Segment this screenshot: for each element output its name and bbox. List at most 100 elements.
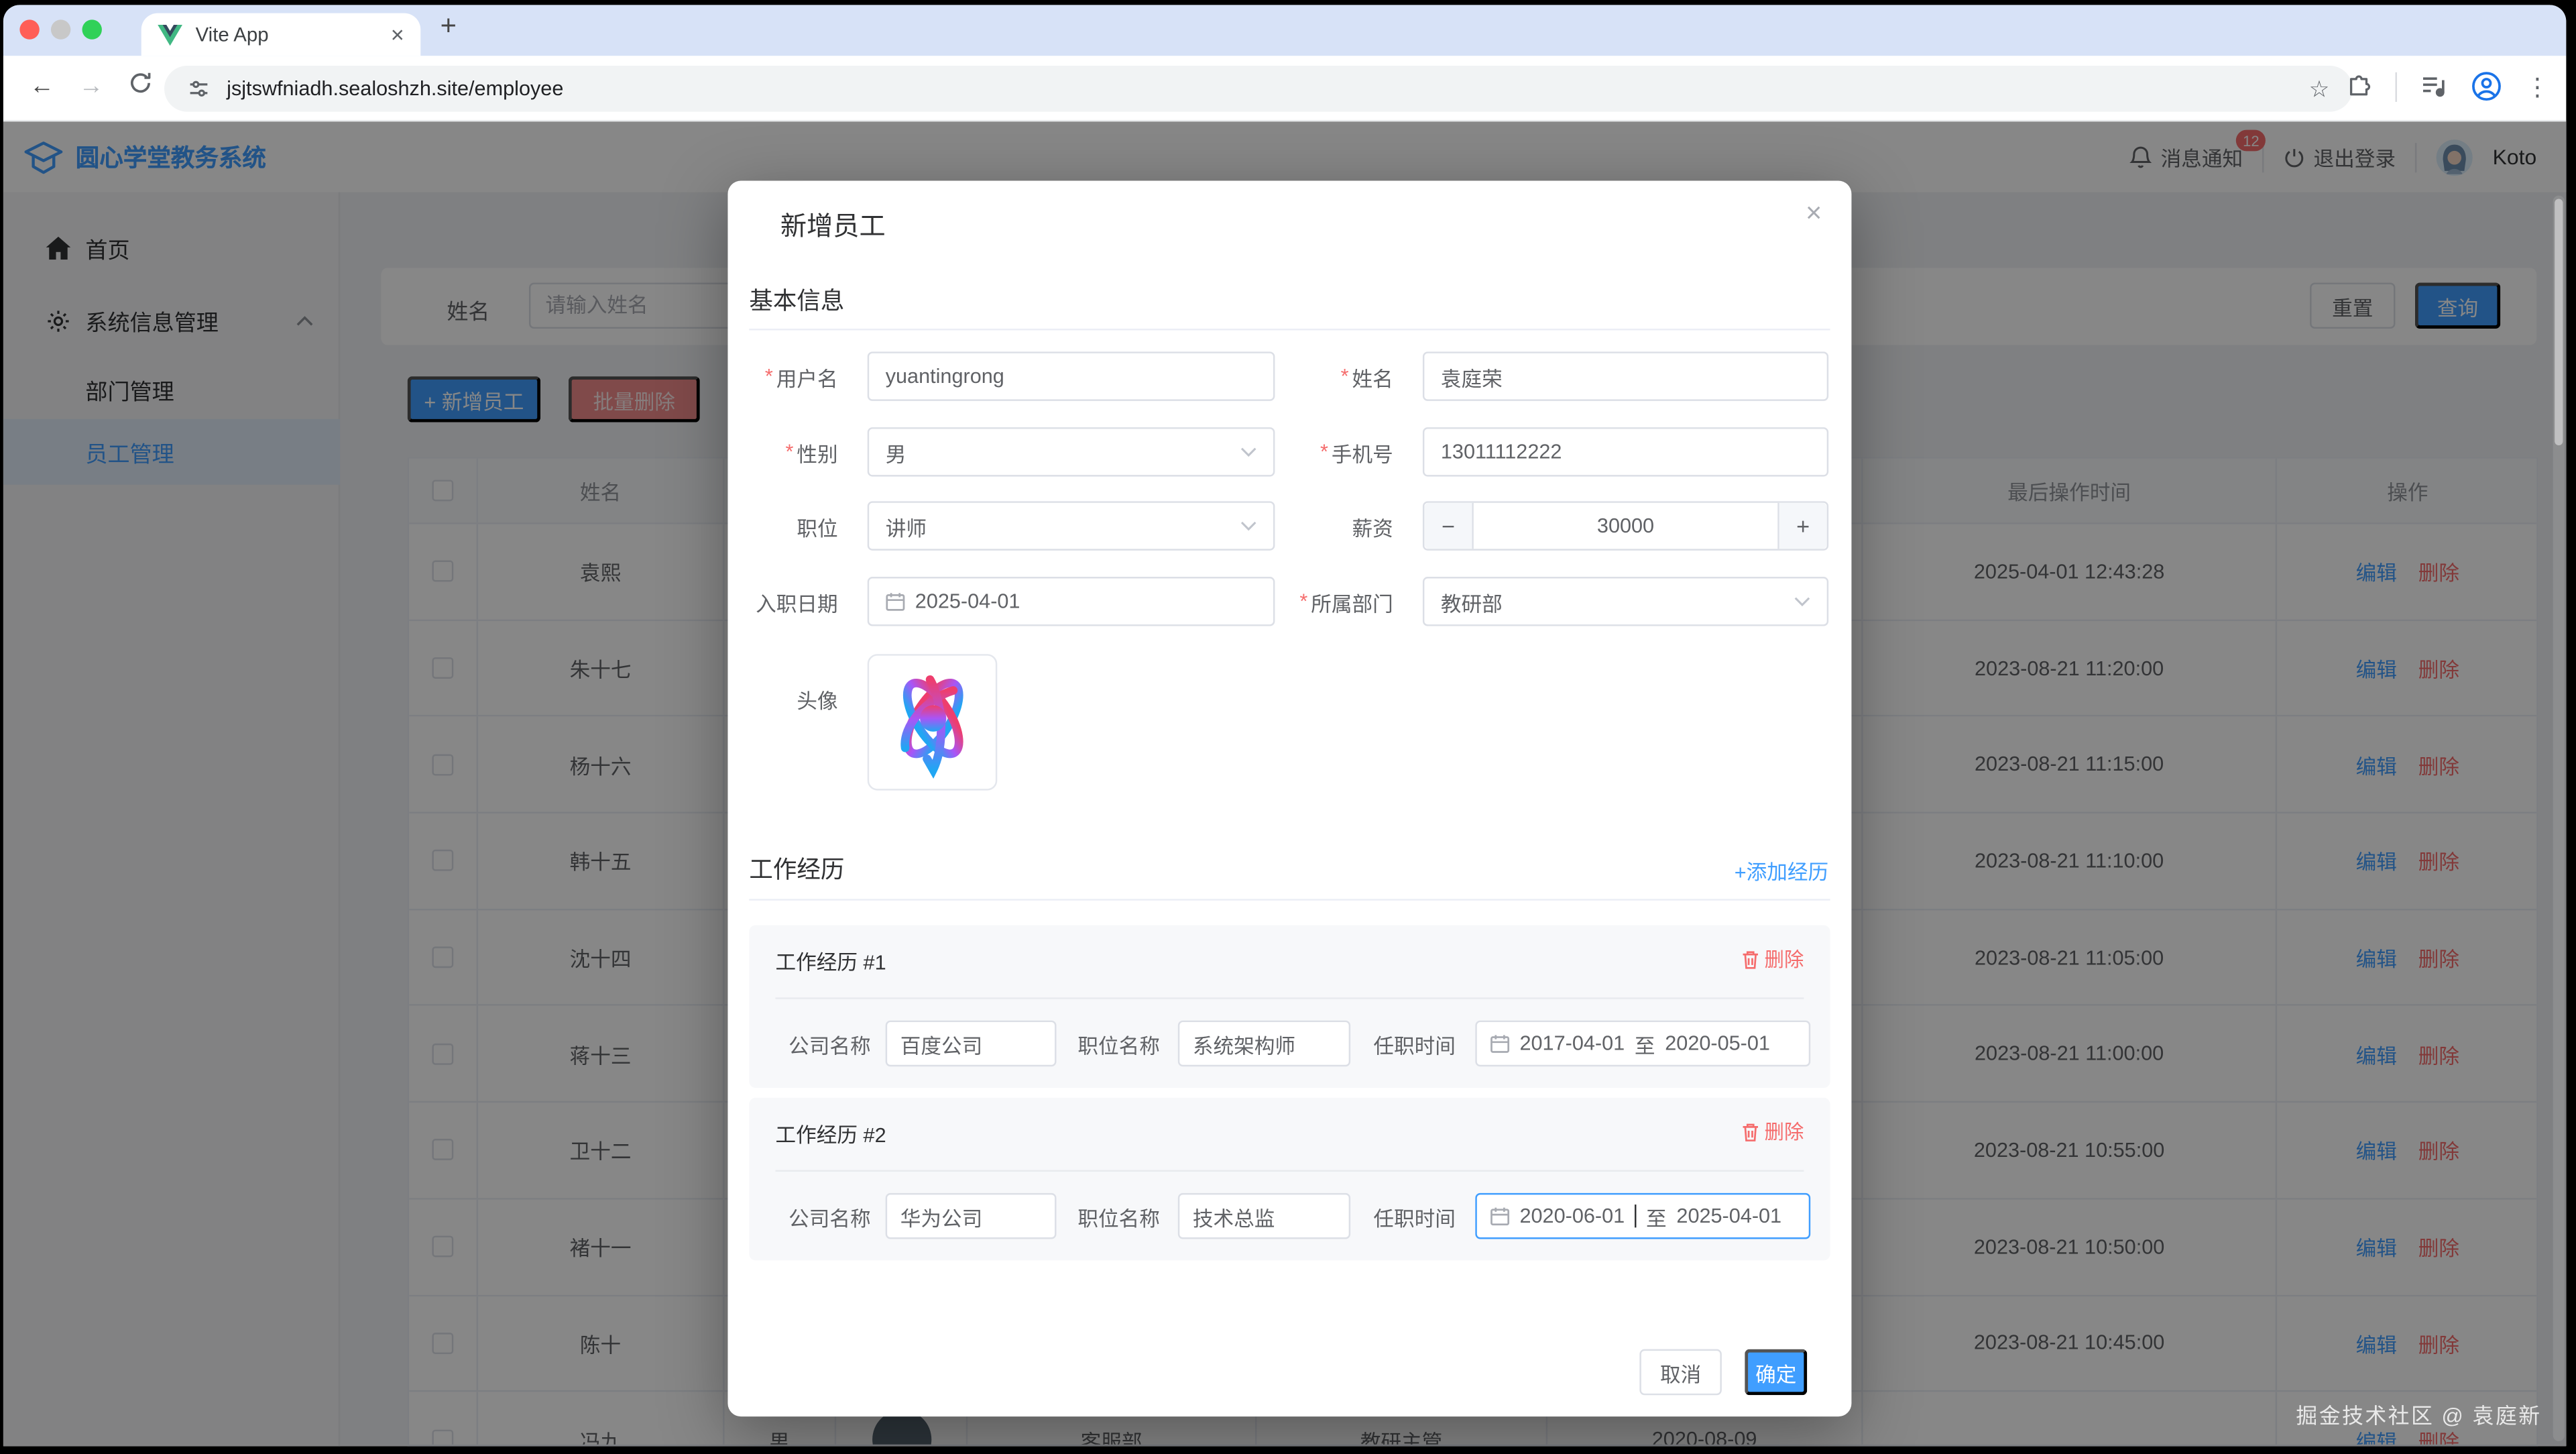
company-label: 公司名称 [788,1021,871,1067]
decrease-button[interactable]: − [1424,503,1474,549]
range-start[interactable]: 2017-04-01 [1519,1032,1625,1055]
section-divider [749,329,1830,330]
experience-title: 工作经历 #2 [776,1117,886,1149]
vue-logo-icon [158,24,182,46]
job-title-label: 职位名称 [1077,1193,1160,1239]
atom-logo-icon [882,667,984,779]
salary-label: 薪资 [1221,501,1393,551]
company-field[interactable] [886,1021,1057,1067]
card-divider [776,1170,1804,1172]
gender-select[interactable]: 男 [868,427,1275,477]
trash-icon [1741,1121,1759,1141]
period-label: 任职时间 [1373,1193,1456,1239]
refresh-icon[interactable] [128,70,153,102]
username-field[interactable] [868,351,1275,401]
salary-stepper: − 30000 + [1423,501,1828,551]
experience-card-1: 工作经历 #1 删除 公司名称 职位名称 任职时间 [749,925,1830,1088]
reading-list-icon[interactable] [2420,74,2448,99]
page-scrollbar[interactable] [2553,196,2565,1441]
trash-icon [1741,949,1759,968]
traffic-light-minimize[interactable] [51,19,70,39]
back-icon[interactable]: ← [30,72,54,101]
required-mark: * [1341,365,1349,388]
company-field[interactable] [886,1193,1057,1239]
range-end[interactable]: 2020-05-01 [1665,1032,1770,1055]
new-tab-button[interactable]: + [441,10,457,43]
name-label: *姓名 [1221,351,1393,401]
gender-label: *性别 [727,427,837,477]
scrollbar-thumb[interactable] [2555,199,2563,445]
traffic-light-zoom[interactable] [82,19,102,39]
required-mark: * [1299,590,1307,613]
period-label: 任职时间 [1373,1021,1456,1067]
salary-value[interactable]: 30000 [1484,514,1768,537]
avatar-label: 头像 [727,674,837,724]
add-employee-modal: 新增员工 × 基本信息 *用户名 *姓名 *性别 男 [727,181,1851,1417]
profile-icon[interactable] [2471,70,2502,102]
cancel-button[interactable]: 取消 [1639,1349,1722,1396]
section-divider [749,899,1830,900]
more-vert-icon[interactable]: ⋮ [2525,72,2550,101]
phone-label: *手机号 [1221,427,1393,477]
experience-title: 工作经历 #1 [776,945,886,976]
delete-experience-button[interactable]: 删除 [1741,945,1804,973]
position-select[interactable]: 讲师 [868,501,1275,551]
required-mark: * [1320,441,1328,463]
delete-experience-button[interactable]: 删除 [1741,1117,1804,1145]
period-range-picker-focused[interactable]: 2020-06-01 至 2025-04-01 [1475,1193,1810,1239]
card-divider [776,997,1804,999]
period-range-picker[interactable]: 2017-04-01 至 2020-05-01 [1475,1021,1810,1067]
hire-date-label: 入职日期 [727,577,837,626]
confirm-button[interactable]: 确定 [1745,1349,1807,1396]
section-basic-info: 基本信息 [749,282,844,317]
department-label: *所属部门 [1221,577,1393,626]
job-title-input[interactable] [1193,1032,1336,1055]
site-settings-tune-icon[interactable] [187,77,210,100]
screen: Vite App × + ← → jsjtswfnia [0,0,2576,1454]
range-end[interactable]: 2025-04-01 [1676,1205,1781,1227]
toolbar-divider [2395,72,2396,101]
bookmark-star-icon[interactable]: ☆ [2309,74,2330,103]
company-input[interactable] [900,1032,1042,1055]
job-title-input[interactable] [1193,1205,1336,1227]
position-label: 职位 [727,501,837,551]
traffic-light-close[interactable] [19,19,39,39]
extensions-puzzle-icon[interactable] [2346,73,2372,99]
name-input[interactable] [1441,365,1810,388]
tab-close-icon[interactable]: × [391,21,404,48]
range-start[interactable]: 2020-06-01 [1519,1205,1625,1227]
tab-title: Vite App [196,23,378,46]
url-text[interactable]: jsjtswfniadh.sealoshzh.site/employee [227,77,2292,100]
modal-title: 新增员工 [780,204,886,243]
browser-tab[interactable]: Vite App × [141,13,421,56]
chevron-down-icon [1794,596,1811,606]
range-separator: 至 [1646,1200,1667,1232]
hire-date-picker[interactable]: 2025-04-01 [868,577,1275,626]
username-input[interactable] [886,365,1257,388]
job-title-label: 职位名称 [1077,1021,1160,1067]
text-cursor [1635,1205,1636,1227]
name-field[interactable] [1423,351,1828,401]
forward-icon[interactable]: → [79,72,104,101]
watermark: 掘金技术社区 @ 袁庭新 [2296,1398,2541,1430]
job-title-field[interactable] [1178,1021,1350,1067]
phone-input[interactable] [1441,441,1810,463]
phone-field[interactable] [1423,427,1828,477]
job-title-field[interactable] [1178,1193,1350,1239]
company-label: 公司名称 [788,1193,871,1239]
modal-close-icon[interactable]: × [1806,197,1822,230]
browser-tabstrip: Vite App × + [3,5,2566,56]
required-mark: * [765,365,773,388]
range-separator: 至 [1635,1028,1655,1060]
add-experience-link[interactable]: +添加经历 [1735,854,1828,886]
calendar-icon [1490,1033,1509,1053]
calendar-icon [1490,1206,1509,1225]
url-bar[interactable]: jsjtswfniadh.sealoshzh.site/employee ☆ [164,66,2353,112]
increase-button[interactable]: + [1777,503,1827,549]
company-input[interactable] [900,1205,1042,1227]
browser-toolbar: ← → jsjtswfniadh.sealoshzh.site/employee… [3,56,2566,121]
section-experience: 工作经历 [749,851,844,885]
calendar-icon [886,592,905,611]
department-select[interactable]: 教研部 [1423,577,1828,626]
avatar-upload[interactable] [868,654,998,790]
